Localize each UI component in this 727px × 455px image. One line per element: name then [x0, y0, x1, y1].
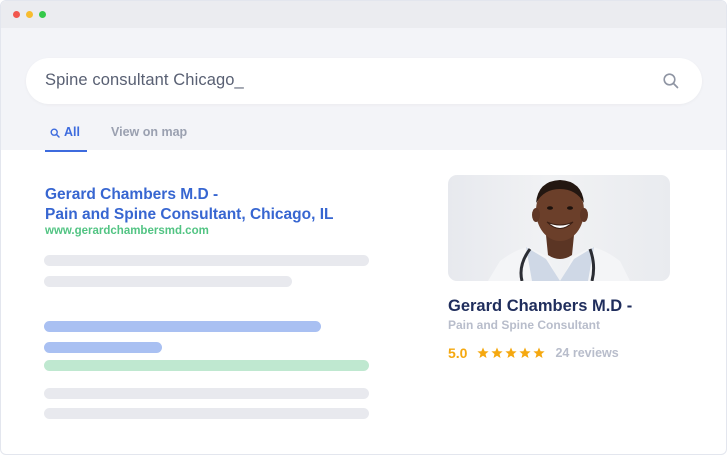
search-input[interactable]: Spine consultant Chicago_ [45, 71, 244, 90]
placeholder-line [44, 276, 292, 287]
search-box[interactable]: Spine consultant Chicago_ [26, 58, 702, 104]
result-url[interactable]: www.gerardchambersmd.com [45, 225, 209, 237]
search-icon[interactable] [662, 72, 680, 90]
star-icon [491, 347, 504, 358]
review-count[interactable]: 24 reviews [555, 346, 618, 360]
star-icon [477, 347, 490, 358]
result-title-link[interactable]: Gerard Chambers M.D - Pain and Spine Con… [45, 185, 334, 225]
result-tabs: All View on map [45, 125, 187, 152]
result-title-line-1: Gerard Chambers M.D - [45, 186, 219, 203]
placeholder-line [44, 408, 369, 419]
search-icon [50, 128, 60, 138]
star-icon [505, 347, 518, 358]
placeholder-line [44, 321, 321, 332]
rating-value: 5.0 [448, 345, 468, 361]
close-window-dot[interactable] [13, 11, 20, 18]
window-titlebar [1, 1, 726, 28]
tab-view-on-map[interactable]: View on map [111, 125, 187, 150]
profile-name[interactable]: Gerard Chambers M.D - [448, 297, 632, 316]
placeholder-line [44, 360, 369, 371]
placeholder-line [44, 342, 162, 353]
tab-view-on-map-label: View on map [110, 125, 188, 139]
doctor-illustration [488, 180, 630, 281]
maximize-window-dot[interactable] [39, 11, 46, 18]
profile-subtitle: Pain and Spine Consultant [448, 318, 601, 332]
star-icon [533, 347, 546, 358]
search-header: Spine consultant Chicago_ All View on ma… [1, 28, 726, 152]
doctor-photo [448, 175, 670, 281]
star-rating [477, 347, 546, 359]
placeholder-line [44, 255, 369, 266]
tab-all-label: All [64, 125, 80, 139]
browser-window: Spine consultant Chicago_ All View on ma… [0, 0, 727, 455]
placeholder-line [44, 388, 369, 399]
star-icon [519, 347, 532, 358]
results-area: Gerard Chambers M.D - Pain and Spine Con… [1, 150, 726, 453]
tab-all[interactable]: All [45, 125, 87, 152]
rating-row: 5.0 24 reviews [448, 345, 619, 361]
minimize-window-dot[interactable] [26, 11, 33, 18]
result-title-line-2: Pain and Spine Consultant, Chicago, IL [45, 206, 334, 223]
